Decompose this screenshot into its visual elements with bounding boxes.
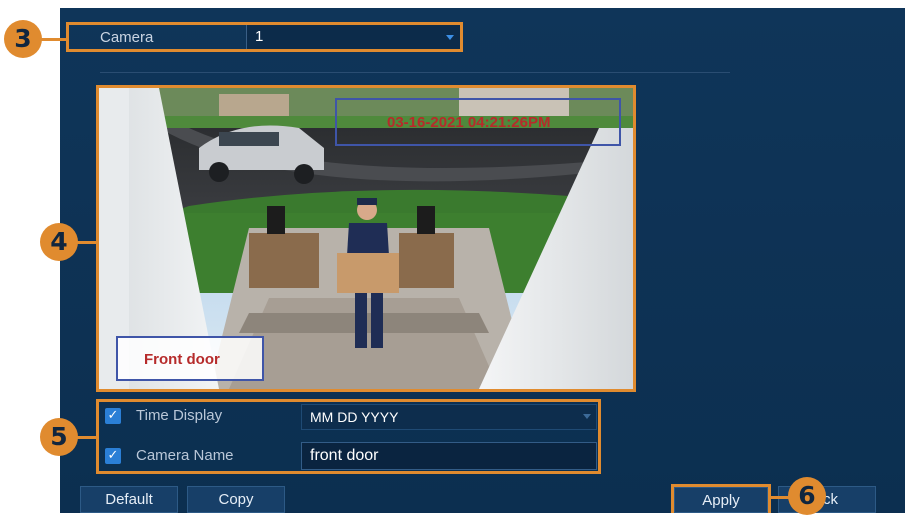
- time-display-select-value: MM DD YYYY: [310, 409, 399, 425]
- chevron-down-icon[interactable]: [583, 414, 591, 419]
- time-display-select[interactable]: MM DD YYYY: [301, 404, 597, 430]
- camera-name-checkbox[interactable]: ✓: [105, 448, 121, 464]
- callout-connector-3: [40, 38, 66, 41]
- callout-badge-4: 4: [40, 223, 78, 261]
- time-display-label: Time Display: [136, 407, 223, 424]
- callout-badge-6: 6: [788, 477, 826, 515]
- callout-connector-5: [76, 436, 97, 439]
- camera-name-label: Camera Name: [136, 447, 234, 464]
- camera-name-overlay: Front door: [144, 351, 220, 368]
- callout-badge-3: 3: [4, 20, 42, 58]
- time-display-checkbox[interactable]: ✓: [105, 408, 121, 424]
- default-button[interactable]: Default: [80, 486, 178, 513]
- section-divider: [100, 72, 730, 73]
- callout-badge-5: 5: [40, 418, 78, 456]
- camera-select-value: 1: [255, 28, 264, 45]
- camera-name-input[interactable]: front door: [301, 442, 597, 470]
- copy-button[interactable]: Copy: [187, 486, 285, 513]
- check-icon: ✓: [107, 408, 119, 423]
- check-icon: ✓: [107, 448, 119, 463]
- camera-name-input-value: front door: [310, 447, 379, 464]
- callout-connector-4: [76, 241, 97, 244]
- chevron-down-icon[interactable]: [446, 35, 454, 40]
- camera-label: Camera: [100, 29, 154, 46]
- camera-preview: 03-16-2021 04:21:26PM Front door: [99, 88, 633, 389]
- callout-connector-6: [770, 496, 790, 499]
- camera-select[interactable]: 1: [246, 25, 460, 49]
- timestamp-overlay: 03-16-2021 04:21:26PM: [387, 114, 551, 131]
- apply-button[interactable]: Apply: [674, 487, 768, 513]
